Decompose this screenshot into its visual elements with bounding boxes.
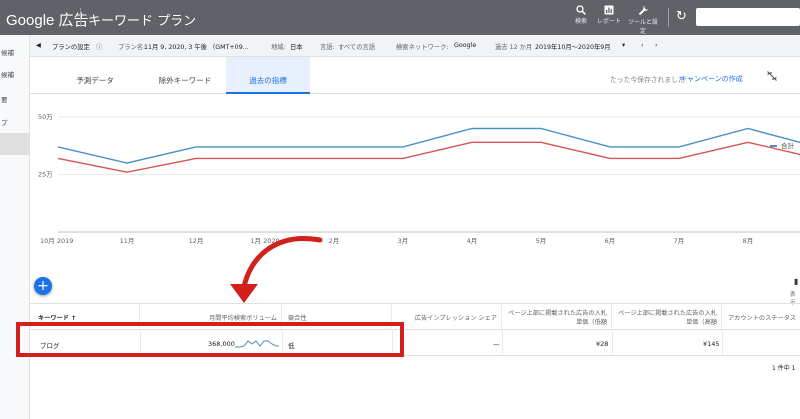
annotation-arrow bbox=[230, 236, 323, 303]
